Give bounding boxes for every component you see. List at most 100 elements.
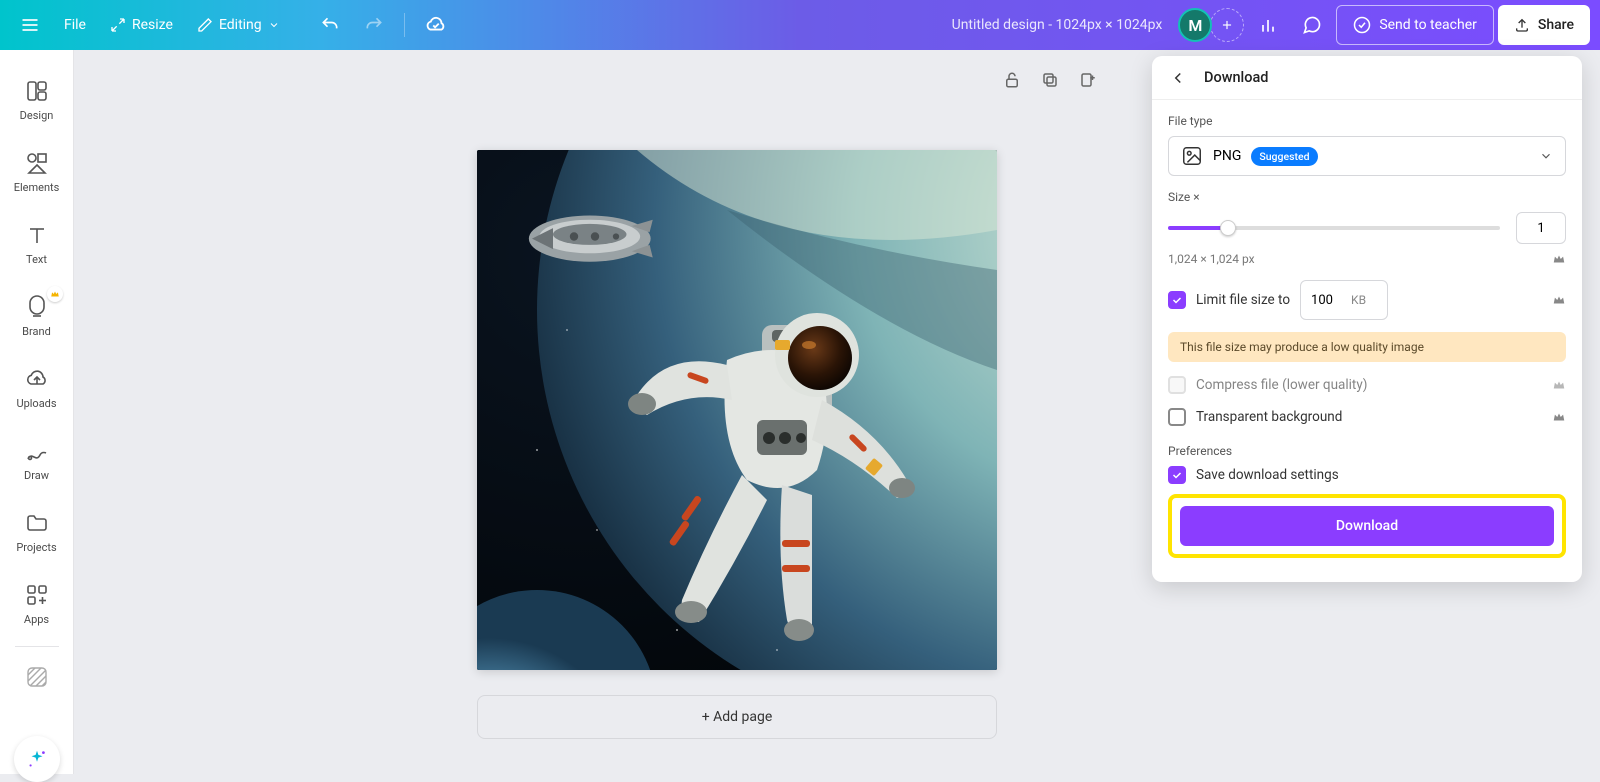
slider-thumb[interactable] [1220,220,1236,236]
send-to-teacher-button[interactable]: Send to teacher [1336,5,1494,45]
comment-button[interactable] [1292,5,1332,45]
pro-badge [47,286,63,302]
rail-elements[interactable]: Elements [1,136,73,208]
redo-button[interactable] [354,7,394,43]
crown-icon [1552,410,1566,424]
rail-label: Design [20,109,54,122]
compress-checkbox [1168,376,1186,394]
undo-icon [320,15,340,35]
rail-hatch[interactable] [1,657,73,697]
rail-label: Projects [16,541,56,554]
avatar[interactable]: M [1178,8,1212,42]
page-tools [1000,68,1100,92]
size-label: Size × [1168,190,1566,204]
download-highlight: Download [1168,494,1566,558]
rail-draw[interactable]: Draw [1,424,73,496]
back-button[interactable] [1166,66,1190,90]
limit-filesize-checkbox[interactable] [1168,291,1186,309]
rail-design[interactable]: Design [1,64,73,136]
file-menu[interactable]: File [54,7,96,43]
preferences-label: Preferences [1168,444,1566,458]
panel-title: Download [1204,69,1268,86]
crown-icon [1552,378,1566,392]
crown-icon [50,289,60,299]
send-teacher-label: Send to teacher [1379,17,1477,33]
duplicate-page-button[interactable] [1038,68,1062,92]
text-icon [25,223,49,247]
redo-icon [364,15,384,35]
chart-icon [1258,15,1278,35]
canvas-artwork [477,150,997,670]
rail-divider [15,646,59,647]
shapes-icon [25,151,49,175]
cloud-check-icon [425,14,447,36]
editing-menu[interactable]: Editing [187,7,290,43]
design-title[interactable]: Untitled design - 1024px × 1024px [952,17,1163,33]
lock-icon [1003,71,1021,89]
design-canvas[interactable] [477,150,997,670]
upload-icon [1514,17,1530,33]
lock-button[interactable] [1000,68,1024,92]
image-icon [1181,145,1203,167]
sparkle-icon [26,748,48,770]
comment-icon [1302,15,1322,35]
limit-filesize-input[interactable] [1311,293,1345,308]
undo-button[interactable] [310,7,350,43]
editing-label: Editing [219,17,262,33]
download-button[interactable]: Download [1180,506,1554,546]
transparent-bg-checkbox[interactable] [1168,408,1186,426]
transparent-bg-label: Transparent background [1196,409,1342,425]
magic-fab[interactable] [14,736,60,782]
left-rail: Design Elements Text Brand Uploads Draw … [0,50,74,774]
limit-filesize-input-wrap: KB [1300,280,1388,320]
rail-apps[interactable]: Apps [1,568,73,640]
crown-icon [1552,293,1566,307]
menu-button[interactable] [10,7,50,43]
check-circle-icon [1353,16,1371,34]
filesize-warning: This file size may produce a low quality… [1168,332,1566,362]
cloud-sync-button[interactable] [415,7,457,43]
crown-icon [1552,252,1566,266]
share-label: Share [1538,17,1574,33]
panel-header: Download [1152,56,1582,100]
save-settings-checkbox[interactable] [1168,466,1186,484]
template-icon [25,79,49,103]
hamburger-icon [20,15,40,35]
rail-label: Apps [24,613,49,626]
download-panel: Download File type PNG Suggested Size × … [1152,56,1582,582]
file-type-select[interactable]: PNG Suggested [1168,136,1566,176]
rail-projects[interactable]: Projects [1,496,73,568]
add-collaborator-button[interactable] [1210,8,1244,42]
apps-icon [25,583,49,607]
compress-label: Compress file (lower quality) [1196,377,1367,393]
rail-uploads[interactable]: Uploads [1,352,73,424]
page-plus-icon [1079,71,1097,89]
check-icon [1171,469,1183,481]
hatch-icon [25,665,49,689]
resize-button[interactable]: Resize [100,7,183,43]
add-page-button[interactable]: + Add page [477,695,997,739]
save-settings-label: Save download settings [1196,467,1339,483]
size-slider[interactable] [1168,226,1500,230]
size-input[interactable] [1516,212,1566,244]
resize-label: Resize [132,17,173,33]
rail-brand[interactable]: Brand [1,280,73,352]
add-page-icon-button[interactable] [1076,68,1100,92]
chevron-down-icon [1539,149,1553,163]
share-button[interactable]: Share [1498,5,1590,45]
kb-unit: KB [1351,293,1366,307]
rail-label: Uploads [16,397,56,410]
limit-filesize-label: Limit file size to [1196,292,1290,308]
divider [404,13,405,37]
insights-button[interactable] [1248,5,1288,45]
top-bar: File Resize Editing Untitled design - 10… [0,0,1600,50]
pencil-icon [197,17,213,33]
file-type-value: PNG [1213,148,1241,164]
rail-label: Text [26,253,47,266]
suggested-badge: Suggested [1251,147,1317,166]
folder-icon [25,511,49,535]
file-type-label: File type [1168,114,1566,128]
plus-icon [1220,18,1234,32]
rail-text[interactable]: Text [1,208,73,280]
check-icon [1171,294,1183,306]
